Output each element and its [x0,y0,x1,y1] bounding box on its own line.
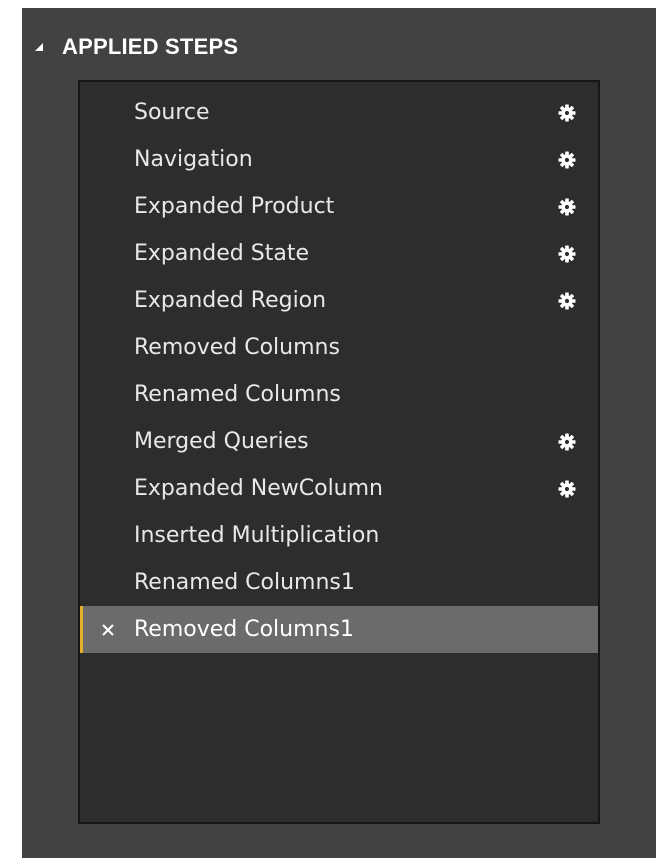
applied-step-label: Merged Queries [134,429,309,454]
applied-step-label: Inserted Multiplication [134,523,380,548]
applied-step-label: Renamed Columns1 [134,570,355,595]
close-icon[interactable] [97,606,119,653]
applied-step-label: Removed Columns [134,335,340,360]
gear-icon[interactable] [556,89,578,136]
applied-step-item[interactable]: Renamed Columns1 [80,559,598,606]
applied-step-item[interactable]: Expanded State [80,230,598,277]
query-settings-pane: APPLIED STEPS Source Navigation Expanded P… [22,8,656,858]
applied-step-item[interactable]: Expanded Product [80,183,598,230]
applied-step-item[interactable]: Merged Queries [80,418,598,465]
applied-step-label: Navigation [134,147,253,172]
gear-icon[interactable] [556,277,578,324]
gear-icon[interactable] [556,418,578,465]
applied-step-label: Expanded State [134,241,310,266]
applied-step-item[interactable]: Expanded NewColumn [80,465,598,512]
applied-step-label: Expanded NewColumn [134,476,384,501]
applied-step-item[interactable]: Removed Columns [80,324,598,371]
gear-icon[interactable] [556,230,578,277]
applied-step-label: Removed Columns1 [134,617,354,642]
applied-step-item[interactable]: Source [80,89,598,136]
applied-step-label: Renamed Columns [134,382,341,407]
applied-step-item[interactable]: Expanded Region [80,277,598,324]
triangle-collapse-icon[interactable] [32,40,46,54]
applied-step-label: Source [134,100,210,125]
applied-steps-list: Source Navigation Expanded Product Expanded… [80,89,598,653]
applied-steps-title: APPLIED STEPS [62,34,239,59]
applied-step-item[interactable]: Navigation [80,136,598,183]
applied-steps-header[interactable]: APPLIED STEPS [32,30,238,64]
applied-step-label: Expanded Product [134,194,335,219]
applied-step-item[interactable]: Renamed Columns [80,371,598,418]
applied-steps-list-box: Source Navigation Expanded Product Expanded… [78,80,600,824]
applied-step-item[interactable]: Removed Columns1 [80,606,598,653]
applied-step-item[interactable]: Inserted Multiplication [80,512,598,559]
applied-step-label: Expanded Region [134,288,327,313]
gear-icon[interactable] [556,465,578,512]
gear-icon[interactable] [556,183,578,230]
gear-icon[interactable] [556,136,578,183]
